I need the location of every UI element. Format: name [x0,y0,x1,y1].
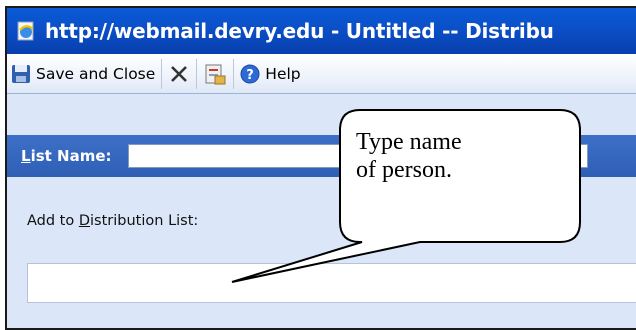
toolbar-separator [233,58,235,89]
save-and-close-label: Save and Close [36,64,156,83]
window-titlebar[interactable]: http://webmail.devry.edu - Untitled -- D… [7,8,636,54]
toolbar-separator [161,58,163,89]
help-button[interactable]: ? Help [236,57,304,91]
application-window: http://webmail.devry.edu - Untitled -- D… [5,6,636,330]
callout-line: Type name [356,129,462,155]
delete-button[interactable] [164,57,194,91]
toolbar-separator [196,58,198,89]
floppy-disk-icon [12,64,30,83]
help-icon: ? [240,64,260,83]
x-delete-icon [171,65,188,82]
callout-text: Type name of person. [356,128,516,184]
ie-page-icon [17,21,34,41]
list-name-label: List Name: [21,147,112,165]
add-to-distribution-list-label: Add to Distribution List: [27,213,199,229]
callout-line: of person. [356,157,452,183]
add-member-input[interactable] [27,263,636,303]
address-book-button[interactable] [199,57,231,91]
save-and-close-button[interactable]: Save and Close [7,57,159,91]
list-name-bar: List Name: [7,135,636,177]
svg-text:?: ? [247,68,255,83]
toolbar: Save and Close ? Help [7,54,636,94]
help-label: Help [265,64,301,83]
window-title: http://webmail.devry.edu - Untitled -- D… [45,19,554,43]
address-book-icon [205,64,226,84]
